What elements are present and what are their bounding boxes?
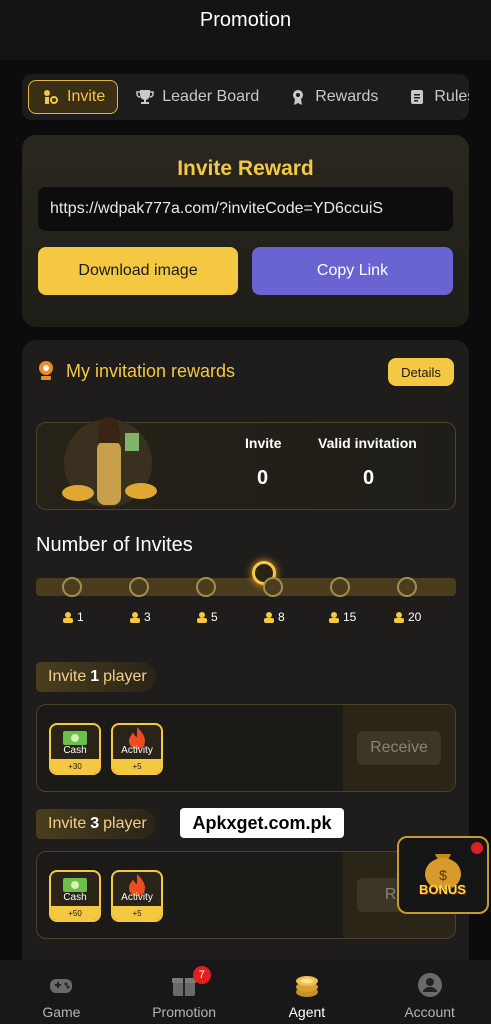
reward-item-cash: Cash +50: [49, 870, 101, 922]
document-icon: [411, 90, 424, 104]
milestone-dot: [196, 577, 216, 597]
tab-label: Rules: [434, 88, 469, 105]
invite-link-field[interactable]: https://wdpak777a.com/?inviteCode=YD6ccu…: [38, 187, 453, 231]
copy-link-button[interactable]: Copy Link: [252, 247, 453, 295]
medal-icon: [39, 361, 53, 380]
receive-button[interactable]: Receive: [357, 731, 441, 765]
invite-reward-title: Invite Reward: [177, 157, 314, 180]
milestone-label: 1: [62, 610, 84, 624]
person-icon: [197, 612, 207, 623]
invite-task-label: Invite 1 player: [36, 662, 156, 692]
gamepad-icon: [50, 979, 73, 993]
tab-invite[interactable]: Invite: [28, 80, 119, 114]
nav-label: Account: [404, 1004, 455, 1020]
milestone-label: 20: [393, 610, 421, 624]
bottom-navigation: Game Promotion 7 Agent Account: [0, 960, 491, 1024]
nav-game[interactable]: Game: [0, 960, 123, 1024]
bonus-label: BONUS: [419, 882, 466, 897]
reward-item-activity: Activity +5: [111, 870, 163, 922]
nav-label: Promotion: [152, 1004, 217, 1020]
milestone-dot: [263, 577, 283, 597]
tab-rules[interactable]: Rules: [396, 80, 469, 114]
invite-stats-box: Invite 0 Valid invitation 0: [36, 417, 456, 510]
invite-icon: [44, 90, 58, 104]
milestone-label: 3: [129, 610, 151, 624]
nav-label: Agent: [288, 1004, 326, 1020]
invite-count-label: Invite: [245, 435, 282, 451]
person-icon: [130, 612, 140, 623]
milestone-dot: [62, 577, 82, 597]
download-image-button[interactable]: Download image: [38, 247, 238, 295]
rewards-header: My invitation rewards: [36, 360, 235, 382]
watermark-label: Apkxget.com.pk: [180, 808, 344, 838]
person-icon: [329, 612, 339, 623]
nav-account[interactable]: Account: [368, 960, 491, 1024]
tab-label: Leader Board: [162, 88, 260, 105]
invite-task-card: Cash +30 Activity +5 Receive: [36, 704, 456, 792]
user-icon: [417, 973, 442, 997]
invite-progress-track: [36, 578, 456, 596]
milestone-dot: [397, 577, 417, 597]
tab-leader-board[interactable]: Leader Board: [124, 80, 271, 114]
milestone-dot: [129, 577, 149, 597]
page-title: Promotion: [199, 8, 292, 31]
hostess-coins-image: [62, 417, 157, 507]
top-bar: Promotion: [0, 0, 491, 60]
invite-task-label: Invite 3 player: [36, 809, 156, 839]
details-button[interactable]: Details: [388, 358, 454, 386]
milestone-label: 5: [196, 610, 218, 624]
person-icon: [394, 612, 404, 623]
reward-item-activity: Activity +5: [111, 723, 163, 775]
coins-icon: [295, 976, 318, 997]
tab-label: Invite: [67, 88, 106, 105]
tab-bar: Invite Leader Board Rewards Rules: [22, 74, 469, 120]
milestone-dot: [330, 577, 350, 597]
valid-invitation-value: 0: [363, 467, 375, 489]
trophy-icon: [136, 90, 154, 104]
medal-icon: [293, 90, 304, 105]
invite-task-card: Cash +50 Activity +5 Rec: [36, 851, 456, 939]
svg-text:$: $: [439, 867, 447, 883]
milestone-label: 8: [263, 610, 285, 624]
nav-label: Game: [42, 1004, 81, 1020]
tab-rewards[interactable]: Rewards: [277, 80, 390, 114]
person-icon: [264, 612, 274, 623]
valid-invitation-label: Valid invitation: [318, 435, 417, 451]
number-of-invites-title: Number of Invites: [36, 534, 193, 556]
notification-dot: [471, 842, 483, 854]
nav-promotion[interactable]: Promotion 7: [123, 960, 246, 1024]
invite-count-value: 0: [257, 467, 269, 489]
notification-badge: 7: [192, 966, 211, 984]
nav-agent[interactable]: Agent: [246, 960, 369, 1024]
bonus-floating-button[interactable]: $ BONUS: [397, 836, 489, 914]
reward-item-cash: Cash +30: [49, 723, 101, 775]
tab-label: Rewards: [315, 88, 379, 105]
invite-reward-card: Invite Reward https://wdpak777a.com/?inv…: [22, 135, 469, 327]
rewards-title: My invitation rewards: [66, 360, 236, 381]
milestone-label: 15: [328, 610, 356, 624]
person-icon: [63, 612, 73, 623]
